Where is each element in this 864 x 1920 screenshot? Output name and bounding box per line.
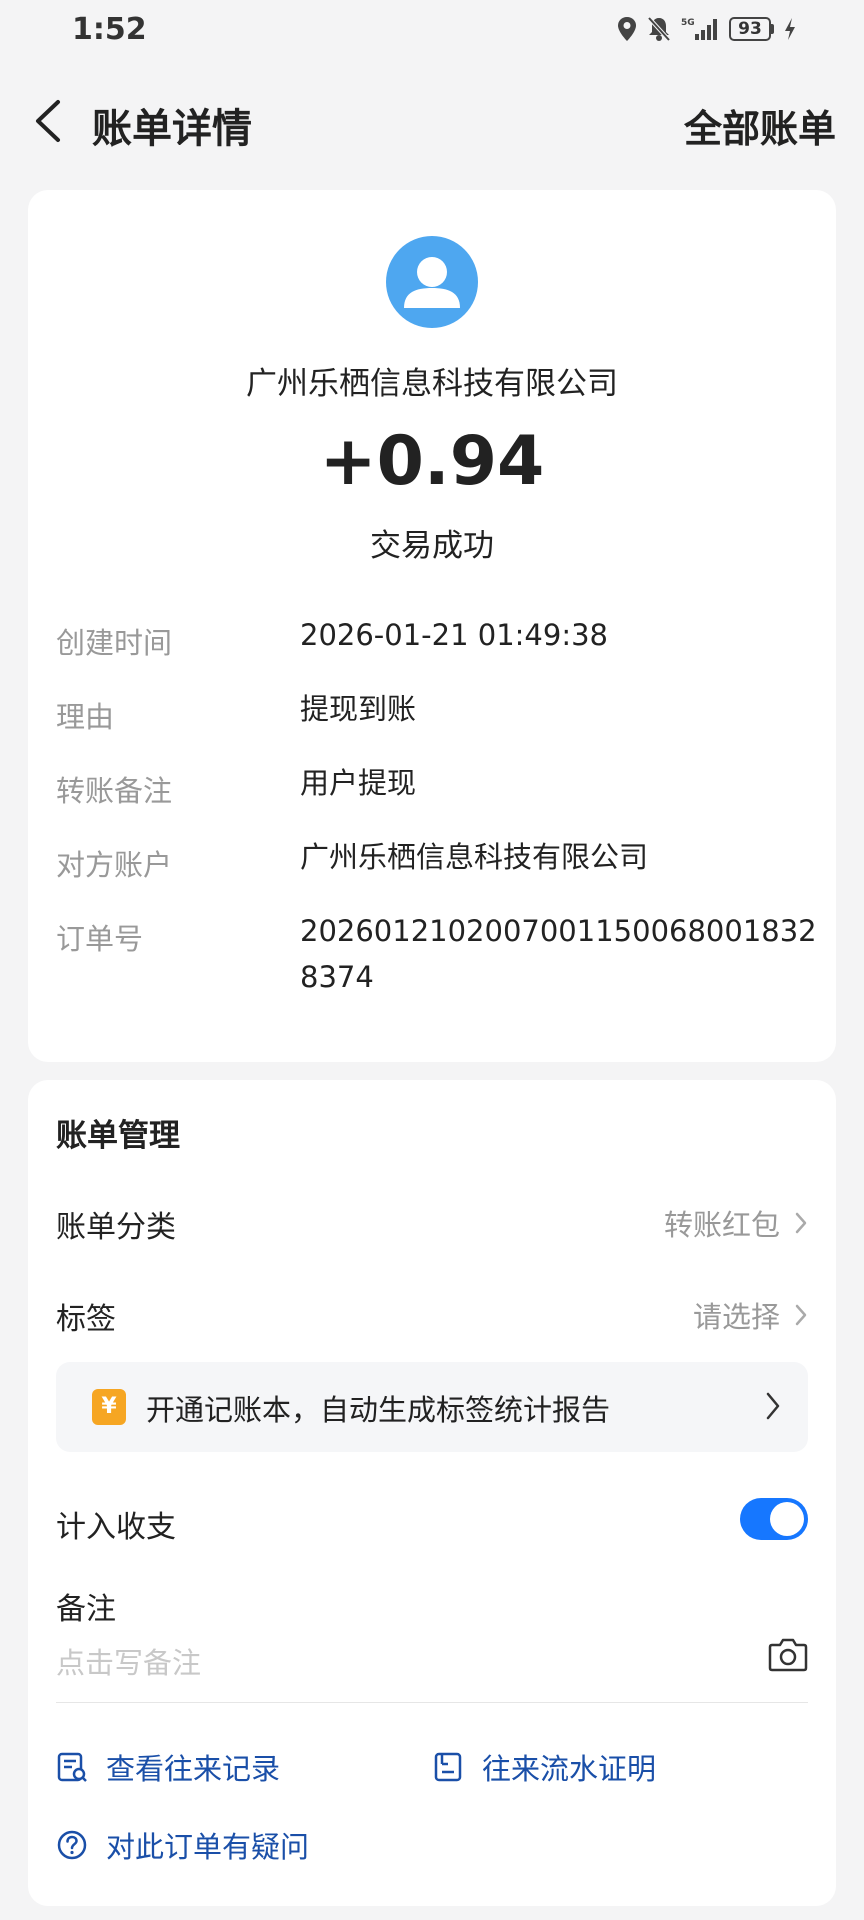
toggle-knob [770,1502,804,1536]
transaction-amount: +0.94 [319,422,545,501]
bill-manage-card: 账单管理 账单分类 转账红包 标签 请选择 ¥ 开通记账本，自动生成标签统计报告… [28,1080,836,1906]
detail-value: 广州乐栖信息科技有限公司 [300,840,649,874]
detail-value: 2026-01-21 01:49:38 [300,618,608,652]
yuan-icon: ¥ [92,1389,126,1425]
detail-row-created-time: 创建时间 2026-01-21 01:49:38 [56,618,816,694]
view-history-label: 查看往来记录 [106,1752,281,1786]
category-label: 账单分类 [56,1210,176,1245]
category-selector[interactable]: 转账红包 [664,1202,808,1244]
network-label: 5G [681,18,695,28]
signal-icon: 5G [681,18,717,40]
detail-label: 创建时间 [56,626,173,660]
note-input[interactable]: 点击写备注 [56,1640,201,1682]
detail-label: 理由 [56,700,115,734]
detail-label: 转账备注 [56,774,173,808]
header: 账单详情 全部账单 [0,80,864,160]
user-icon [386,236,478,328]
category-value: 转账红包 [663,1208,780,1242]
detail-row-reason: 理由 提现到账 [56,692,816,768]
back-icon[interactable] [28,96,68,146]
detail-label: 订单号 [56,922,144,956]
battery-level: 93 [729,17,771,41]
include-toggle[interactable] [740,1498,808,1540]
battery-icon: 93 [729,17,774,41]
all-bills-link[interactable]: 全部账单 [684,98,836,153]
view-history-link[interactable]: 查看往来记录 [56,1746,280,1788]
status-icons: 5G 93 [617,16,796,42]
camera-icon[interactable] [768,1636,808,1672]
counterparty-name: 广州乐栖信息科技有限公司 [246,366,618,402]
status-bar: 1:52 5G 93 [0,0,864,64]
status-time: 1:52 [72,12,147,47]
chevron-right-icon [795,1212,807,1234]
order-question-link[interactable]: 对此订单有疑问 [56,1824,309,1866]
location-icon [618,17,636,41]
bookkeeping-promo-banner[interactable]: ¥ 开通记账本，自动生成标签统计报告 [56,1362,808,1452]
order-question-label: 对此订单有疑问 [106,1830,310,1864]
chevron-right-icon [766,1392,780,1420]
bill-detail-card: 广州乐栖信息科技有限公司 +0.94 交易成功 创建时间 2026-01-21 … [28,190,836,1062]
detail-value: 用户提现 [300,766,417,800]
question-icon [57,1830,87,1860]
document-icon [434,1752,462,1782]
transaction-status: 交易成功 [370,528,494,564]
detail-value: 提现到账 [300,692,417,726]
detail-list: 创建时间 2026-01-21 01:49:38 理由 提现到账 转账备注 用户… [56,618,817,994]
chevron-right-icon [795,1304,807,1326]
charging-icon [785,18,795,40]
mute-icon [647,16,671,42]
promo-text: 开通记账本，自动生成标签统计报告 [146,1393,611,1427]
divider [56,1702,808,1703]
section-title: 账单管理 [56,1118,180,1154]
detail-label: 对方账户 [56,848,173,882]
tag-value: 请选择 [692,1300,780,1334]
include-label: 计入收支 [56,1510,176,1545]
detail-row-order-number: 订单号 20260121020070011500680018328374 [56,914,817,994]
transaction-proof-link[interactable]: 往来流水证明 [432,1746,656,1788]
detail-value[interactable]: 20260121020070011500680018328374 [300,908,830,1000]
tag-selector[interactable]: 请选择 [693,1294,808,1336]
record-list-icon [57,1752,87,1782]
detail-row-transfer-note: 转账备注 用户提现 [56,766,816,842]
note-label: 备注 [56,1592,116,1627]
transaction-proof-label: 往来流水证明 [482,1752,657,1786]
detail-row-counterparty-account: 对方账户 广州乐栖信息科技有限公司 [56,840,816,916]
page-title: 账单详情 [92,106,252,152]
tag-label: 标签 [56,1302,116,1337]
